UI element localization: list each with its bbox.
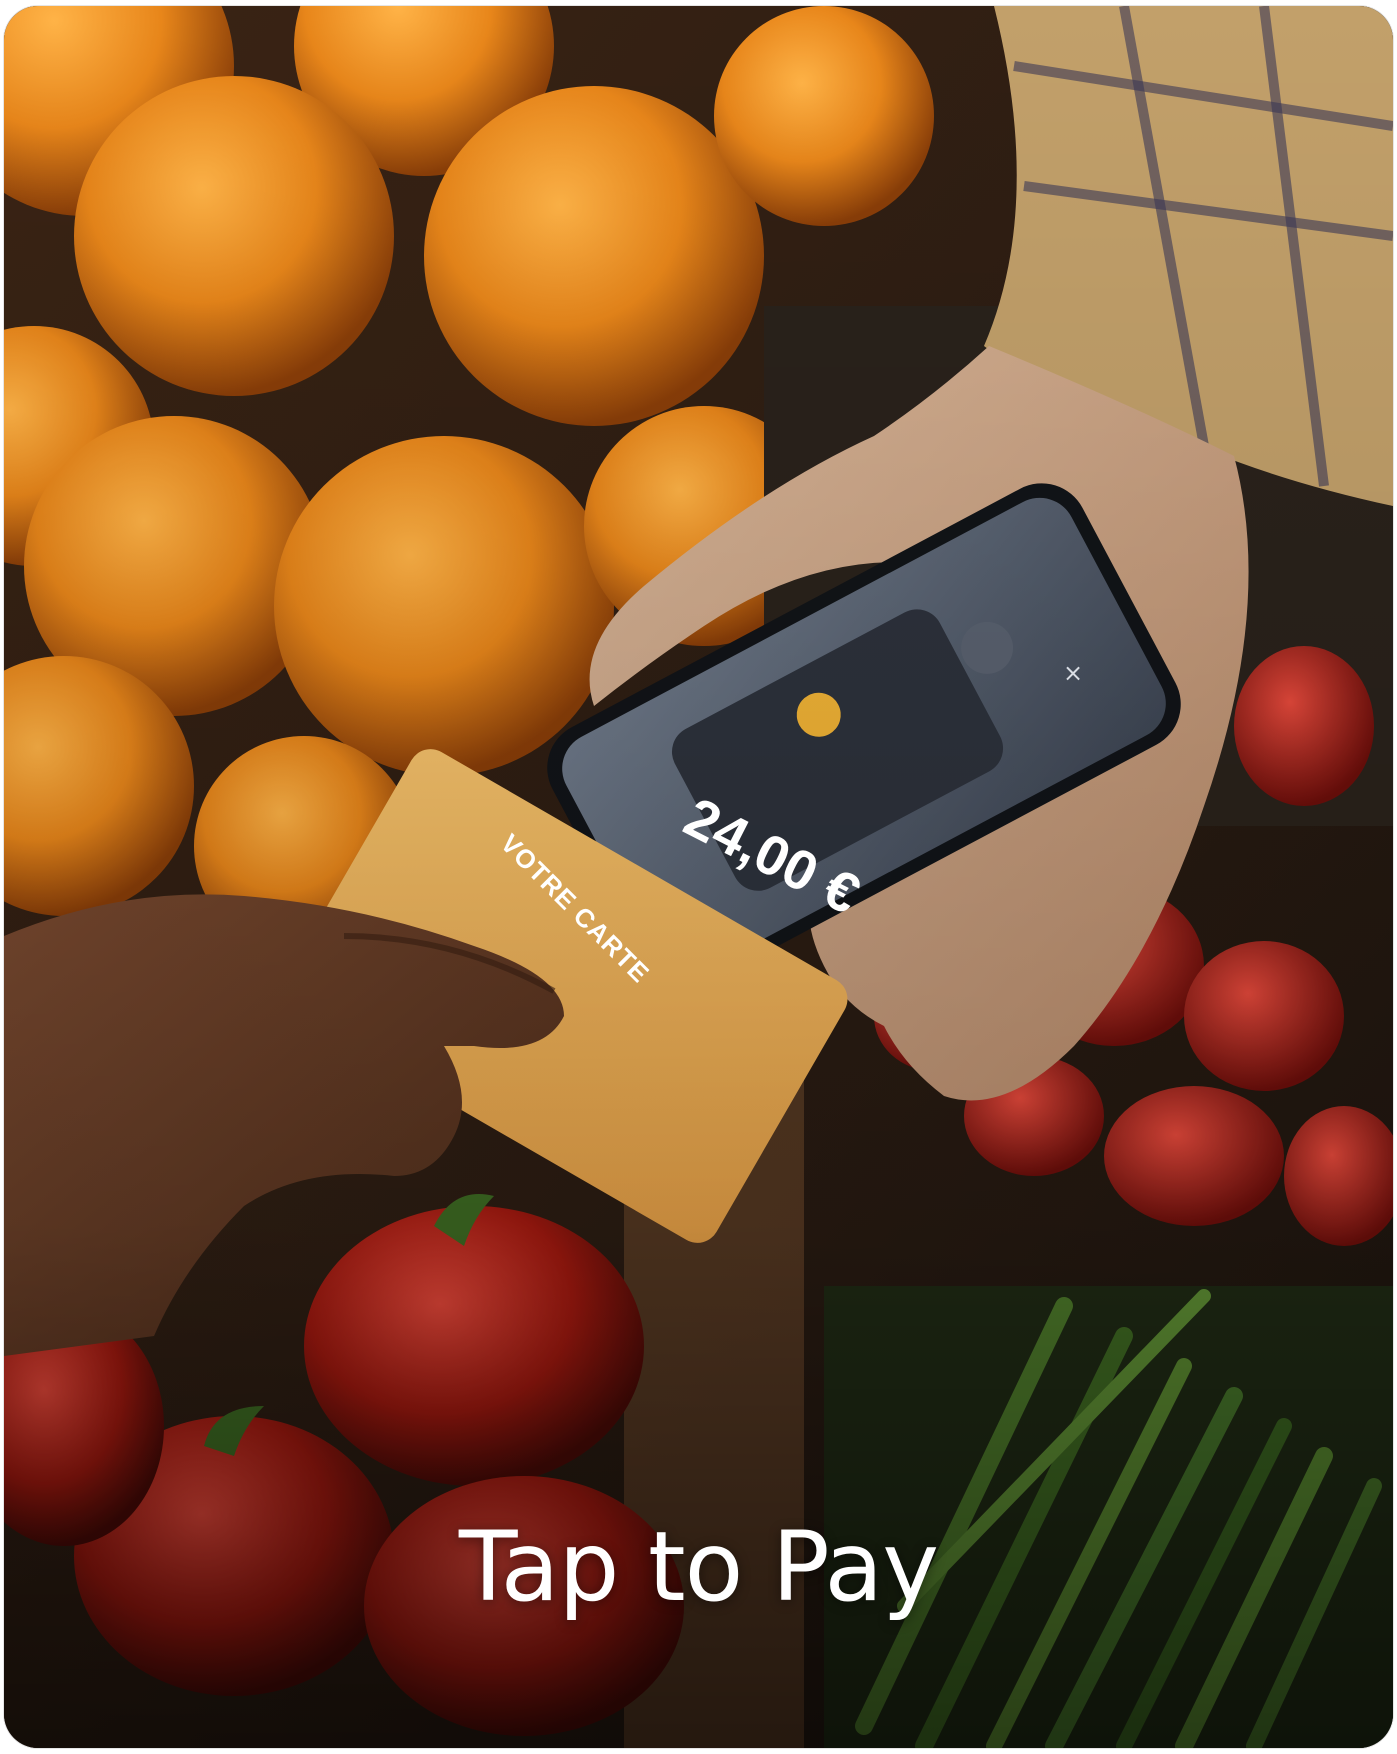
caption-title: Tap to Pay (458, 1511, 939, 1623)
promo-card[interactable]: 24,00 € × VOTRE CARTE Tap to Pay (4, 6, 1393, 1748)
market-photo (4, 6, 1393, 1748)
close-icon[interactable]: × (1060, 660, 1086, 686)
